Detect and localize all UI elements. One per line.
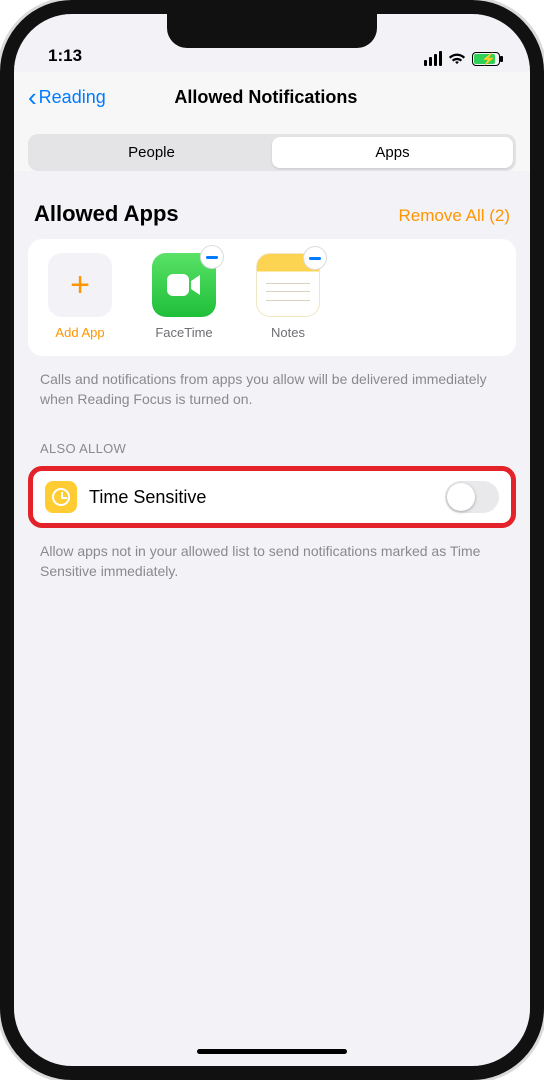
app-facetime[interactable]: FaceTime (144, 253, 224, 340)
side-button (0, 204, 2, 240)
status-time: 1:13 (48, 46, 82, 66)
content: Allowed Apps Remove All (2) + Add App Fa… (14, 171, 530, 585)
side-button (0, 274, 2, 344)
time-sensitive-footer: Allow apps not in your allowed list to s… (28, 528, 516, 585)
nav-bar: ‹ Reading Allowed Notifications (14, 72, 530, 124)
allowed-footer: Calls and notifications from apps you al… (28, 356, 516, 413)
iphone-frame: 1:13 ⚡ ‹ Reading Allowed Notifications (0, 0, 544, 1080)
remove-badge[interactable] (200, 245, 224, 269)
allowed-apps-title: Allowed Apps (34, 201, 179, 227)
segmented-bar: People Apps (14, 124, 530, 171)
add-app-button[interactable]: + Add App (40, 253, 120, 340)
add-app-icon: + (48, 253, 112, 317)
page-title: Allowed Notifications (16, 87, 516, 108)
side-button (0, 364, 2, 434)
cellular-icon (424, 51, 442, 66)
facetime-icon (152, 253, 216, 317)
remove-all-button[interactable]: Remove All (2) (399, 206, 510, 226)
app-label: FaceTime (155, 325, 212, 340)
tab-apps[interactable]: Apps (272, 137, 513, 168)
also-allow-header: ALSO ALLOW (28, 413, 516, 466)
wifi-icon (448, 52, 466, 65)
minus-icon (309, 257, 321, 260)
plus-icon: + (70, 268, 90, 302)
time-sensitive-toggle[interactable] (445, 481, 499, 513)
clock-icon (45, 481, 77, 513)
allowed-apps-card: + Add App FaceTime Notes (28, 239, 516, 356)
app-label: Notes (271, 325, 305, 340)
add-app-label: Add App (55, 325, 104, 340)
remove-badge[interactable] (303, 246, 327, 270)
screen: 1:13 ⚡ ‹ Reading Allowed Notifications (14, 14, 530, 1066)
notes-icon (256, 253, 320, 317)
minus-icon (206, 256, 218, 259)
app-notes[interactable]: Notes (248, 253, 328, 340)
segmented-control: People Apps (28, 134, 516, 171)
time-sensitive-label: Time Sensitive (89, 487, 433, 508)
home-indicator[interactable] (197, 1049, 347, 1054)
section-header: Allowed Apps Remove All (2) (28, 171, 516, 239)
tab-people[interactable]: People (31, 137, 272, 168)
battery-icon: ⚡ (472, 52, 500, 66)
time-sensitive-row: Time Sensitive (28, 466, 516, 528)
notch (167, 14, 377, 48)
status-right: ⚡ (424, 51, 500, 66)
